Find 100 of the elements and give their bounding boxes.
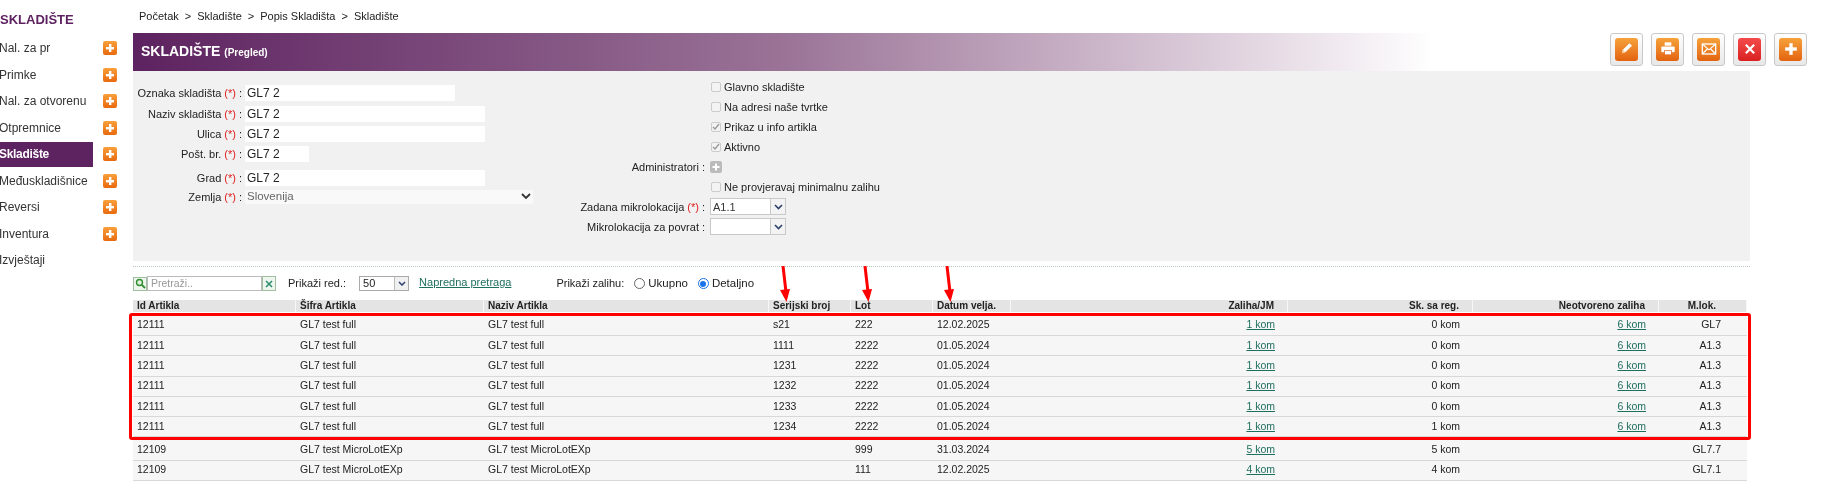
printer-icon [1656,37,1679,61]
stock-link[interactable]: 1 kom [1246,398,1275,415]
table-cell-text: 1 kom [1431,418,1460,434]
checkbox[interactable] [711,101,721,112]
stock-link[interactable]: 1 kom [1246,317,1275,334]
column-header[interactable]: Naziv Artikla [488,299,548,312]
add-button[interactable] [1774,32,1807,66]
table-cell-text: A1.3 [1699,398,1721,414]
add-icon[interactable] [710,160,722,173]
stock-link[interactable]: 1 kom [1246,378,1275,395]
breadcrumb-link[interactable]: Skladište [353,8,399,25]
breadcrumb-link[interactable]: Skladište [197,8,242,25]
breadcrumb-separator: > [247,9,255,25]
table-cell-text: 0 kom [1431,398,1460,414]
add-icon[interactable] [103,200,117,215]
label-colon: : [701,219,705,235]
column-header[interactable]: Id Artikla [137,299,180,312]
sidebar-item[interactable]: Nal. za pr [0,35,93,61]
breadcrumb-separator: > [184,9,192,25]
add-icon[interactable] [103,120,117,135]
email-button[interactable] [1692,32,1725,66]
search-icon[interactable] [133,276,147,291]
column-header[interactable]: Šifra Artikla [300,299,356,312]
text-field[interactable]: GL7 2 [245,169,485,186]
add-icon[interactable] [103,173,117,188]
required-marker: (*) [224,189,236,205]
edit-button[interactable] [1610,32,1643,66]
breadcrumb-link[interactable]: Početak [139,8,179,25]
label-colon: : [238,85,242,101]
stock-link[interactable]: 5 kom [1246,442,1275,458]
table-cell-text: 01.05.2024 [937,337,990,353]
table-cell-text: GL7 test full [488,337,545,353]
column-header[interactable]: Datum velja. [937,299,996,312]
table-cell-text: A1.3 [1699,358,1721,373]
print-button[interactable] [1651,32,1684,66]
field-label: Grad [196,170,222,186]
stock-link[interactable]: 6 kom [1617,418,1646,435]
column-header[interactable]: Sk. sa reg. [1408,299,1459,312]
add-icon[interactable] [103,67,117,82]
search-field[interactable]: Pretraži.. [147,276,262,292]
stock-link[interactable]: 6 kom [1617,317,1646,334]
advanced-search-link[interactable]: Napredna pretraga [419,273,512,291]
table-cell-text: s21 [773,317,790,333]
table-cell-text: 1232 [773,378,797,394]
table-cell-text: GL7 test full [300,398,357,414]
add-icon[interactable] [103,147,117,162]
combo-field[interactable]: A1.1 [710,198,786,216]
text-field[interactable]: GL7 2 [245,125,485,142]
column-header[interactable]: Lot [855,299,871,312]
column-header[interactable]: M.lok. [1687,299,1716,312]
sidebar-item[interactable]: Reversi [0,194,93,220]
table-cell-text: 12111 [137,418,165,434]
stock-link[interactable]: 1 kom [1246,337,1275,354]
sidebar-item[interactable]: Inventura [0,221,93,247]
checked-checkbox[interactable] [711,141,721,152]
column-header[interactable]: Zaliha/JM [1228,299,1274,312]
rows-select[interactable]: 50 [359,276,410,292]
stock-link[interactable]: 6 kom [1617,337,1646,354]
text-field[interactable]: GL7 2 [245,84,455,101]
sidebar-item[interactable]: Skladište [0,141,93,167]
stock-link[interactable]: 6 kom [1617,358,1646,374]
label-colon: : [238,126,242,142]
delete-button[interactable] [1733,32,1766,66]
table-cell-text: GL7 test full [300,378,357,394]
sidebar-item[interactable]: Otpremnice [0,115,93,141]
add-icon[interactable] [103,41,117,56]
column-header[interactable]: Neotvoreno zaliha [1558,299,1645,312]
table-cell: GL7 test MicroLotEXp [300,442,403,458]
stock-link[interactable]: 1 kom [1246,418,1275,435]
table-cell-text: 12111 [137,337,165,353]
table-cell-text: 12.02.2025 [937,317,990,333]
add-icon[interactable] [103,226,117,241]
envelope-icon [1697,37,1720,61]
table-cell-text: GL7 test full [300,317,357,333]
table-cell-text: 1233 [773,398,797,414]
checkbox[interactable] [711,81,721,92]
sidebar-item[interactable]: Nal. za otvorenu [0,88,93,114]
sidebar-item[interactable]: Međuskladišnice [0,168,93,194]
checked-checkbox[interactable] [711,121,721,132]
stock-link[interactable]: 6 kom [1617,398,1646,415]
table-cell-text: 0 kom [1431,337,1460,353]
table-cell-text: GL7 test full [300,418,357,434]
checkbox[interactable] [711,181,721,192]
text-field[interactable]: GL7 2 [245,145,309,162]
stock-link[interactable]: 1 kom [1246,358,1275,374]
sidebar-item[interactable]: Primke [0,62,93,88]
combo-field[interactable] [710,218,786,236]
text-field[interactable]: GL7 2 [245,105,485,122]
stock-link[interactable]: 4 kom [1246,462,1275,479]
clear-icon[interactable] [262,276,276,292]
add-icon[interactable] [103,94,117,109]
field-label: Administratori [631,159,699,175]
close-icon [1738,37,1761,61]
select-field[interactable]: Slovenija [245,189,533,204]
sidebar-item[interactable]: Izvještaji [0,247,93,273]
table-cell-text: 2222 [855,398,879,414]
table-cell: 31.03.2024 [937,442,990,458]
stock-link[interactable]: 6 kom [1617,378,1646,395]
breadcrumb-link[interactable]: Popis Skladišta [260,8,336,25]
column-header[interactable]: Serijski broj [773,299,831,312]
